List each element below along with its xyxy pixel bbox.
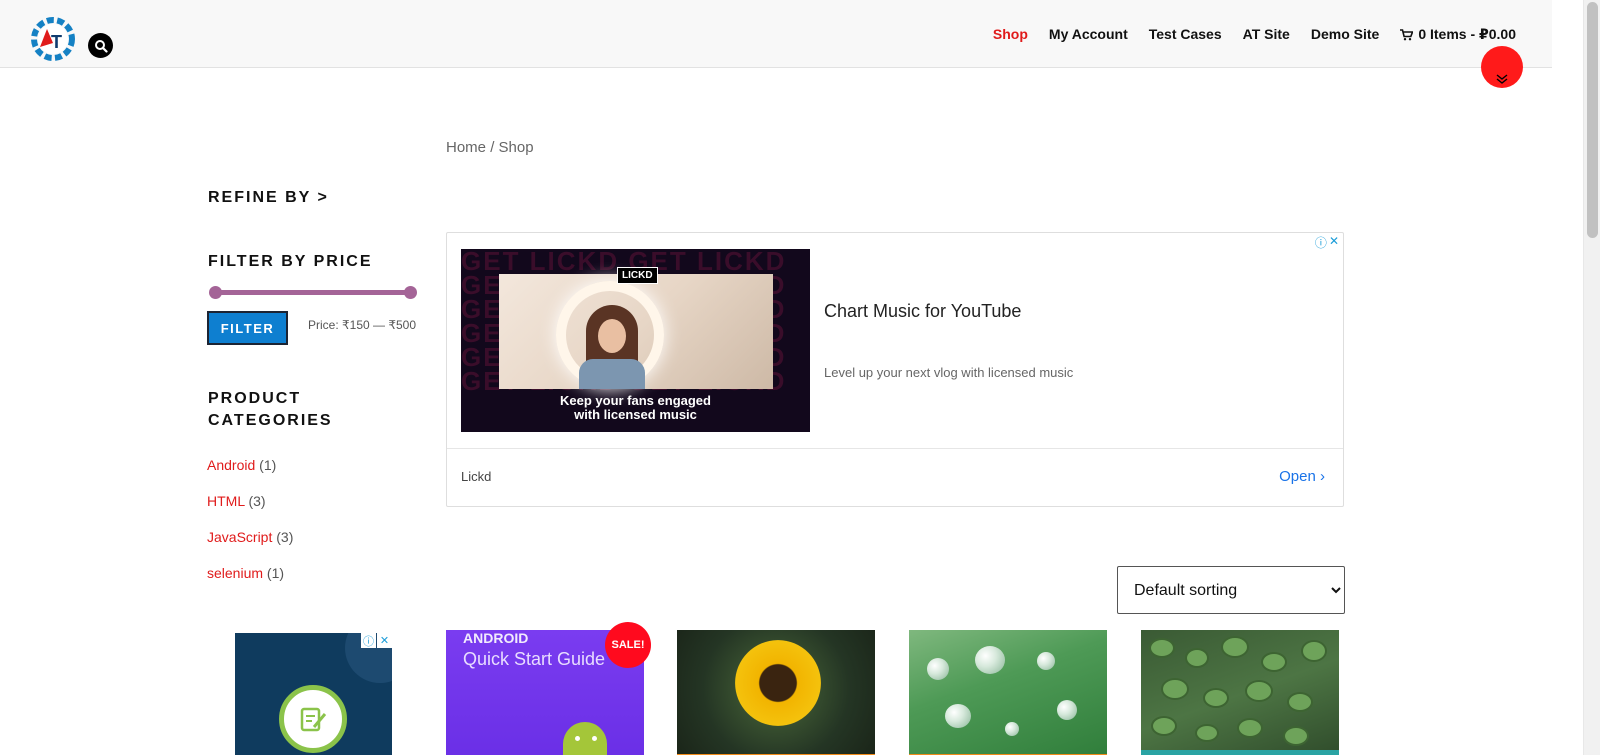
category-link-javascript[interactable]: JavaScript <box>207 529 272 545</box>
nav-shop[interactable]: Shop <box>993 26 1028 43</box>
product-categories-heading: PRODUCT CATEGORIES <box>208 388 333 432</box>
categories-heading-line2: CATEGORIES <box>208 412 333 429</box>
double-chevron-down-icon <box>1496 74 1508 84</box>
list-item: selenium (1) <box>207 565 293 601</box>
category-count: (3) <box>248 493 266 509</box>
sale-badge: SALE! <box>605 622 651 668</box>
info-icon[interactable]: ⓘ <box>1315 234 1327 251</box>
category-link-selenium[interactable]: selenium <box>207 565 263 581</box>
category-count: (1) <box>266 565 285 581</box>
chevron-right-icon: › <box>1320 468 1325 485</box>
leaf <box>1301 640 1327 662</box>
leaf <box>1237 718 1263 738</box>
product-card-water-drops[interactable] <box>909 630 1107 755</box>
leaf <box>1203 688 1229 708</box>
ad-image[interactable]: GET LICKD GET LICKDGET LICKD GET LICKDGE… <box>461 249 810 432</box>
water-drop <box>975 646 1005 674</box>
breadcrumb-separator: / <box>490 139 495 156</box>
slider-max-handle[interactable] <box>404 286 417 299</box>
water-drop <box>1005 722 1019 736</box>
ad-image-caption: Keep your fans engaged with licensed mus… <box>560 393 711 422</box>
leaf <box>1261 652 1287 672</box>
category-link-html[interactable]: HTML <box>207 493 245 509</box>
categories-heading-line1: PRODUCT <box>208 390 302 407</box>
leaf <box>1283 726 1309 746</box>
sunflower-image <box>735 640 821 726</box>
nav-my-account[interactable]: My Account <box>1049 26 1128 43</box>
leaf <box>1161 678 1189 700</box>
category-link-android[interactable]: Android <box>207 457 255 473</box>
price-range-label: Price: ₹150 — ₹500 <box>308 318 416 332</box>
category-count: (1) <box>259 457 277 473</box>
product-image-title: ANDROID <box>463 630 529 646</box>
nav-at-site[interactable]: AT Site <box>1243 26 1290 43</box>
list-item: HTML (3) <box>207 493 293 529</box>
breadcrumb-current: Shop <box>498 139 534 156</box>
ad-open-button[interactable]: Open › <box>1279 468 1325 485</box>
refine-heading[interactable]: REFINE BY > <box>208 189 329 207</box>
android-eye <box>592 736 597 741</box>
cart-icon <box>1400 28 1414 40</box>
slider-track <box>213 290 413 295</box>
cart-label: 0 Items - ₽0.00 <box>1418 26 1516 42</box>
ad-title[interactable]: Chart Music for YouTube <box>824 301 1021 322</box>
leaf <box>1149 638 1175 658</box>
page-scrollbar[interactable] <box>1583 0 1600 755</box>
nav-demo-site[interactable]: Demo Site <box>1311 26 1379 43</box>
water-drop <box>1057 700 1077 720</box>
ad-icon <box>279 685 347 753</box>
search-button[interactable] <box>88 33 113 58</box>
nav-cart[interactable]: 0 Items - ₽0.00 <box>1400 26 1516 43</box>
site-logo[interactable]: T <box>27 13 79 65</box>
advertisement[interactable]: GET LICKD GET LICKDGET LICKD GET LICKDGE… <box>446 232 1344 507</box>
sort-select[interactable]: Default sorting <box>1117 566 1345 614</box>
main-nav: Shop My Account Test Cases AT Site Demo … <box>993 26 1516 43</box>
close-icon[interactable]: ✕ <box>1329 234 1339 251</box>
price-range-slider[interactable] <box>209 286 417 299</box>
leaf <box>1185 648 1209 668</box>
filter-button[interactable]: FILTER <box>207 311 288 345</box>
android-eye <box>575 736 580 741</box>
close-icon[interactable]: ✕ <box>377 633 392 648</box>
breadcrumb: Home / Shop <box>446 139 534 156</box>
water-drop <box>927 658 949 680</box>
info-icon[interactable]: ⓘ <box>361 633 376 648</box>
slider-min-handle[interactable] <box>209 286 222 299</box>
category-count: (3) <box>276 529 294 545</box>
ad-description: Level up your next vlog with licensed mu… <box>824 365 1074 380</box>
ad-advertiser: Lickd <box>461 469 492 484</box>
site-header: T Shop My Account Test Cases AT Site Dem… <box>0 0 1552 68</box>
category-list: Android (1) HTML (3) JavaScript (3) sele… <box>207 457 293 601</box>
android-mascot-icon <box>563 722 607 755</box>
sidebar-advertisement[interactable]: ⓘ ✕ <box>235 633 392 755</box>
list-item: JavaScript (3) <box>207 529 293 565</box>
leaf <box>1195 724 1219 742</box>
leaf <box>1151 716 1177 736</box>
leaf <box>1221 636 1249 658</box>
ad-divider <box>447 448 1343 449</box>
breadcrumb-home[interactable]: Home <box>446 139 486 156</box>
product-card-leaves[interactable] <box>1141 630 1339 755</box>
product-card-sunflower[interactable] <box>677 630 875 755</box>
ad-choices[interactable]: ⓘ ✕ <box>1315 234 1339 251</box>
filter-price-heading: FILTER BY PRICE <box>208 253 373 270</box>
person-shirt <box>579 359 645 389</box>
svg-text:T: T <box>51 32 62 52</box>
leaf <box>1245 680 1273 702</box>
product-image-subtitle: Quick Start Guide <box>463 649 606 669</box>
scrollbar-thumb[interactable] <box>1587 2 1598 238</box>
scroll-top-button[interactable] <box>1481 46 1523 88</box>
leaf <box>1287 692 1313 712</box>
water-drop <box>1037 652 1055 670</box>
list-item: Android (1) <box>207 457 293 493</box>
product-banner-strip <box>1141 750 1339 755</box>
search-icon <box>94 39 108 53</box>
ad-brand-logo: LICKD <box>617 267 658 284</box>
person-face <box>598 319 626 353</box>
ad-choices[interactable]: ⓘ ✕ <box>361 633 392 648</box>
nav-test-cases[interactable]: Test Cases <box>1149 26 1222 43</box>
water-drop <box>945 704 971 728</box>
edit-note-icon <box>300 707 327 732</box>
